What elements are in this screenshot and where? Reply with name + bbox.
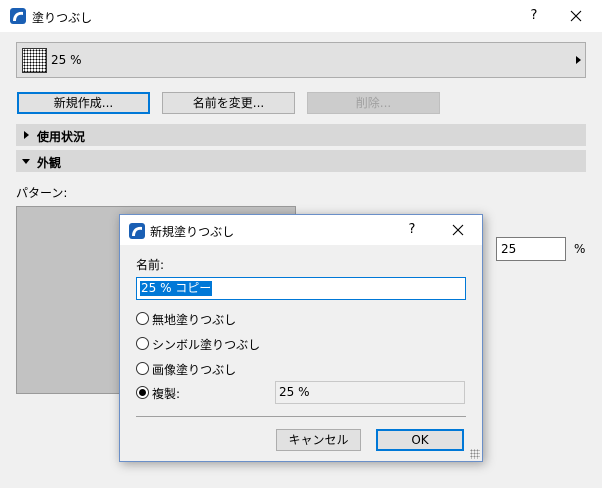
- dialog-help-button[interactable]: ?: [402, 220, 422, 240]
- app-icon: [129, 223, 145, 239]
- dialog-title-bar: 新規塗りつぶし ?: [120, 215, 482, 245]
- close-icon[interactable]: [566, 6, 586, 26]
- pattern-label: パターン:: [16, 186, 68, 200]
- percent-input[interactable]: 25: [496, 237, 566, 261]
- fill-selector-value: 25 %: [51, 53, 82, 67]
- radio-duplicate[interactable]: 複製:: [136, 384, 266, 402]
- radio-solid-fill[interactable]: 無地塗りつぶし: [136, 310, 266, 328]
- ok-button[interactable]: OK: [376, 429, 464, 451]
- name-label: 名前:: [136, 258, 165, 272]
- radio-button: [136, 312, 149, 325]
- window-title: 塗りつぶし: [32, 11, 93, 25]
- dialog-separator: [136, 416, 466, 417]
- section-appearance-label: 外観: [37, 156, 62, 170]
- radio-duplicate-label: 複製:: [152, 387, 181, 401]
- fill-swatch-icon: [22, 48, 47, 73]
- triangle-down-icon: [22, 159, 30, 164]
- close-icon[interactable]: [448, 220, 468, 240]
- rename-button[interactable]: 名前を変更...: [162, 92, 295, 114]
- radio-button: [136, 362, 149, 375]
- fill-selector[interactable]: 25 %: [16, 42, 586, 78]
- cancel-button[interactable]: キャンセル: [276, 429, 361, 451]
- new-fill-dialog: 新規塗りつぶし ? 名前: 25 % コピー 無地塗りつぶし シンボル塗りつぶし…: [119, 214, 483, 462]
- triangle-right-icon: [24, 131, 29, 139]
- help-button[interactable]: ?: [524, 6, 544, 26]
- dialog-title: 新規塗りつぶし: [150, 225, 235, 239]
- radio-symbol-fill[interactable]: シンボル塗りつぶし: [136, 335, 266, 353]
- delete-button[interactable]: 削除...: [307, 92, 440, 114]
- name-input[interactable]: 25 % コピー: [136, 277, 466, 300]
- duplicate-source-field: 25 %: [275, 381, 465, 404]
- section-appearance[interactable]: 外観: [16, 150, 586, 172]
- name-input-value: 25 % コピー: [140, 281, 213, 296]
- title-bar: 塗りつぶし ?: [0, 0, 602, 32]
- section-usage[interactable]: 使用状況: [16, 124, 586, 146]
- radio-solid-fill-label: 無地塗りつぶし: [152, 313, 237, 327]
- new-button[interactable]: 新規作成...: [17, 92, 150, 114]
- radio-button: [136, 337, 149, 350]
- percent-unit: %: [574, 242, 586, 256]
- resize-grip-icon[interactable]: [470, 449, 480, 459]
- radio-symbol-fill-label: シンボル塗りつぶし: [152, 338, 261, 352]
- radio-image-fill[interactable]: 画像塗りつぶし: [136, 360, 266, 378]
- radio-image-fill-label: 画像塗りつぶし: [152, 363, 237, 377]
- app-icon: [10, 8, 26, 24]
- section-usage-label: 使用状況: [37, 130, 86, 144]
- radio-button-checked: [136, 386, 149, 399]
- chevron-right-icon: [576, 56, 581, 64]
